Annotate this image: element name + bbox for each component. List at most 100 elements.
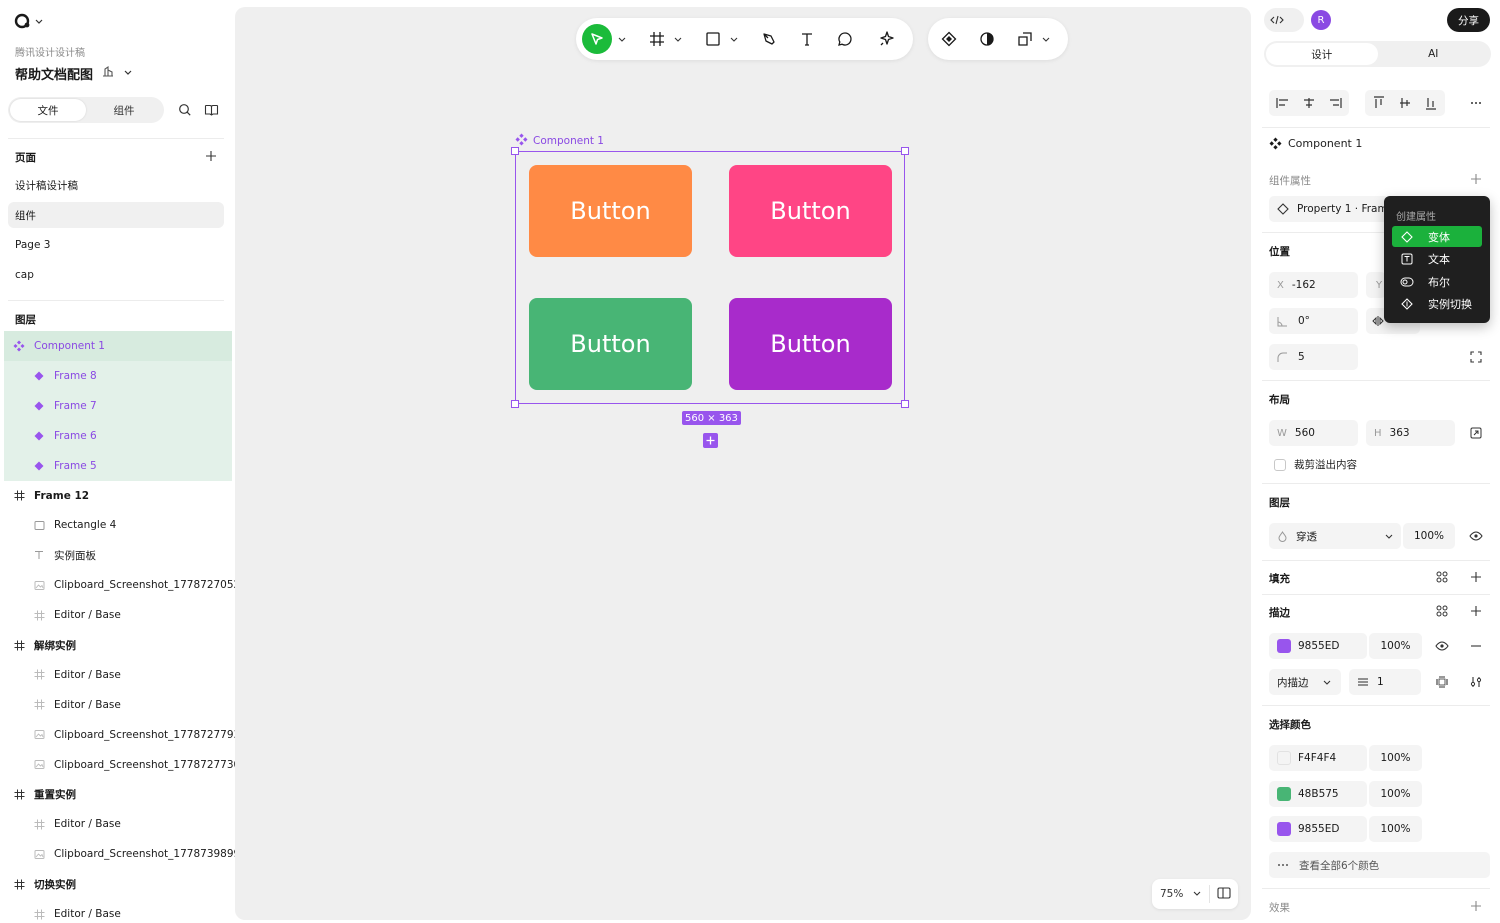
add-variant-button[interactable] xyxy=(703,433,718,448)
layer-item[interactable]: 解绑实例 xyxy=(4,630,232,660)
design-canvas[interactable]: Component 1 Button Button Button Button … xyxy=(235,7,1251,920)
add-fill-icon[interactable] xyxy=(1468,569,1484,585)
layer-item[interactable]: Editor / Base xyxy=(4,690,232,720)
property-field[interactable]: Property 1 · Fram xyxy=(1269,196,1389,222)
view-all-colors-button[interactable]: 查看全部6个颜色 xyxy=(1269,852,1490,878)
layer-item[interactable]: Frame 6 xyxy=(4,420,232,451)
align-top-icon[interactable] xyxy=(1369,93,1389,113)
add-property-icon[interactable] xyxy=(1468,171,1484,187)
stroke-width-input[interactable]: 1 xyxy=(1349,669,1421,695)
color-opacity-input[interactable]: 100% xyxy=(1369,816,1422,842)
tab-ai[interactable]: AI xyxy=(1378,43,1490,65)
layer-item[interactable]: Rectangle 4 xyxy=(4,510,232,540)
layer-item[interactable]: Frame 7 xyxy=(4,390,232,421)
layer-item[interactable]: Clipboard_Screenshot_1778727052 xyxy=(4,570,240,600)
layer-item[interactable]: Editor / Base xyxy=(4,809,232,839)
selection-box[interactable] xyxy=(515,151,905,404)
panel-toggle-icon[interactable] xyxy=(1217,886,1231,902)
eye-icon[interactable] xyxy=(1434,638,1450,654)
layer-item[interactable]: Component 1 xyxy=(4,331,232,361)
color-opacity-input[interactable]: 100% xyxy=(1369,780,1422,807)
width-input[interactable]: W 560 xyxy=(1269,420,1358,446)
layer-item[interactable]: Frame 5 xyxy=(4,450,232,481)
stroke-color-swatch[interactable] xyxy=(1277,639,1291,653)
text-tool-icon[interactable] xyxy=(792,24,822,54)
library-book-icon[interactable] xyxy=(203,102,219,118)
add-effect-icon[interactable] xyxy=(1468,898,1484,914)
chevron-down-icon[interactable] xyxy=(1040,24,1052,54)
layer-item[interactable]: Editor / Base xyxy=(4,660,232,690)
color-swatch[interactable] xyxy=(1277,751,1291,765)
page-item[interactable]: 设计稿设计稿 xyxy=(8,172,224,198)
stroke-color-field[interactable]: 9855ED xyxy=(1269,633,1367,659)
more-options-icon[interactable] xyxy=(1468,95,1484,111)
component-tool-icon[interactable] xyxy=(934,24,964,54)
main-menu-button[interactable] xyxy=(14,12,44,33)
page-item[interactable]: 组件 xyxy=(8,202,224,228)
chevron-down-icon[interactable] xyxy=(672,24,684,54)
tab-design[interactable]: 设计 xyxy=(1266,43,1378,65)
stroke-opacity-input[interactable]: 100% xyxy=(1369,633,1422,659)
layer-item[interactable]: Clipboard_Screenshot_1778727793 xyxy=(4,720,240,750)
style-grid-icon[interactable] xyxy=(1434,569,1450,585)
selection-color-field[interactable]: 48B575 xyxy=(1269,780,1367,807)
align-center-v-icon[interactable] xyxy=(1395,93,1415,113)
avatar[interactable]: R xyxy=(1311,10,1331,30)
rectangle-tool-icon[interactable] xyxy=(698,24,728,54)
page-item[interactable]: cap xyxy=(8,262,224,288)
menu-item-boolean[interactable]: 布尔 xyxy=(1392,271,1482,292)
stroke-sides-icon[interactable] xyxy=(1434,674,1450,690)
selection-color-field[interactable]: 9855ED xyxy=(1269,816,1367,842)
menu-item-text[interactable]: 文本 xyxy=(1392,248,1482,269)
layer-item[interactable]: Editor / Base xyxy=(4,600,232,630)
resize-handle-br[interactable] xyxy=(901,400,909,408)
chevron-down-icon[interactable] xyxy=(616,24,628,54)
color-swatch[interactable] xyxy=(1277,786,1291,801)
align-center-h-icon[interactable] xyxy=(1299,93,1319,113)
clip-content-checkbox[interactable]: 裁剪溢出内容 xyxy=(1274,457,1357,472)
menu-item-instance-swap[interactable]: 实例切换 xyxy=(1392,293,1482,314)
blend-mode-select[interactable]: 穿透 xyxy=(1269,523,1401,549)
comment-tool-icon[interactable] xyxy=(830,24,860,54)
component-label[interactable]: Component 1 xyxy=(515,133,604,149)
color-opacity-input[interactable]: 100% xyxy=(1369,745,1422,771)
zoom-level[interactable]: 75% xyxy=(1160,888,1183,900)
selection-color-field[interactable]: F4F4F4 xyxy=(1269,745,1367,771)
corner-radius-input[interactable]: 5 xyxy=(1269,344,1358,370)
layer-item[interactable]: Clipboard_Screenshot_1778727730 xyxy=(4,750,240,780)
share-button[interactable]: 分享 xyxy=(1447,8,1490,32)
resize-handle-bl[interactable] xyxy=(511,400,519,408)
layer-item[interactable]: Editor / Base xyxy=(4,899,232,923)
tab-files[interactable]: 文件 xyxy=(10,99,86,121)
layer-item[interactable]: Clipboard_Screenshot_1778739899 xyxy=(4,839,240,869)
rotation-input[interactable]: 0° xyxy=(1269,308,1358,334)
layer-item[interactable]: 切换实例 xyxy=(4,869,232,899)
resize-mode-icon[interactable] xyxy=(1468,425,1484,441)
boolean-tool-icon[interactable] xyxy=(1010,24,1040,54)
add-page-icon[interactable] xyxy=(203,148,219,164)
remove-stroke-icon[interactable] xyxy=(1468,638,1484,654)
move-tool-button[interactable] xyxy=(582,24,612,54)
eye-icon[interactable] xyxy=(1468,528,1484,544)
add-stroke-icon[interactable] xyxy=(1468,603,1484,619)
layer-item[interactable]: Frame 12 xyxy=(4,481,232,511)
stroke-position-select[interactable]: 内描边 xyxy=(1269,669,1341,695)
align-left-icon[interactable] xyxy=(1273,93,1293,113)
pen-tool-icon[interactable] xyxy=(754,24,784,54)
resize-handle-tl[interactable] xyxy=(511,147,519,155)
independent-corners-icon[interactable] xyxy=(1468,349,1484,365)
x-input[interactable]: X -162 xyxy=(1269,272,1358,298)
layer-opacity-input[interactable]: 100% xyxy=(1403,523,1455,549)
menu-item-variant[interactable]: 变体 xyxy=(1392,226,1482,247)
resize-handle-tr[interactable] xyxy=(901,147,909,155)
dev-mode-toggle[interactable] xyxy=(1264,8,1304,32)
align-right-icon[interactable] xyxy=(1325,93,1345,113)
frame-tool-icon[interactable] xyxy=(642,24,672,54)
layer-item[interactable]: 重置实例 xyxy=(4,780,232,810)
chevron-down-icon[interactable] xyxy=(728,24,740,54)
stroke-settings-icon[interactable] xyxy=(1468,674,1484,690)
y-input[interactable]: Y xyxy=(1366,272,1386,298)
style-grid-icon[interactable] xyxy=(1434,603,1450,619)
doc-title-row[interactable]: 帮助文档配图 xyxy=(15,64,133,83)
ai-magic-tool-icon[interactable] xyxy=(872,24,902,54)
